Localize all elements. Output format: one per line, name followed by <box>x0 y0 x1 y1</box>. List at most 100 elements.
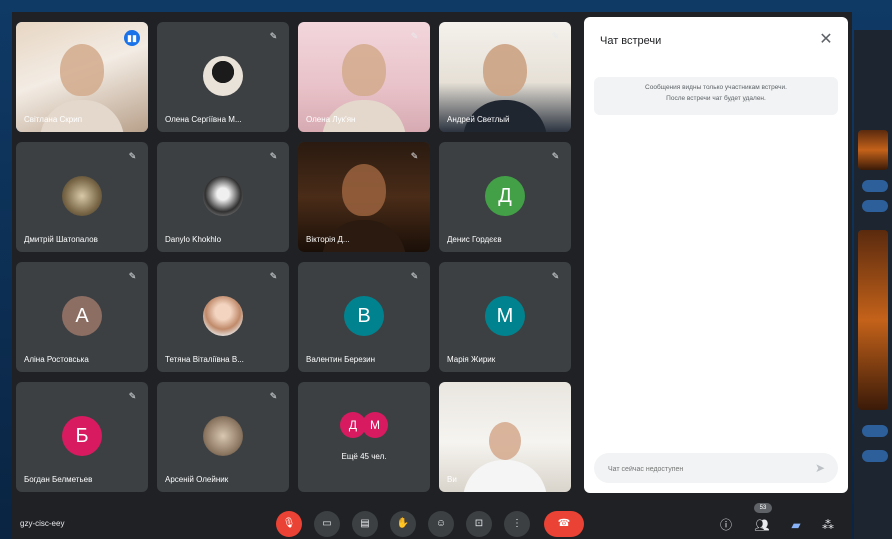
emoji-button[interactable]: ☺ <box>428 511 454 537</box>
avatar: М <box>485 296 525 336</box>
participant-tile[interactable]: ✎ Danylo Khokhlo <box>157 142 289 252</box>
background-window-strip <box>854 30 892 539</box>
participant-tile[interactable]: Ви <box>439 382 571 492</box>
mic-off-icon: ✎ <box>269 151 278 161</box>
participant-tile[interactable]: ▮▮ Світлана Скрип <box>16 22 148 132</box>
chat-input-box[interactable]: ➤ <box>594 453 838 483</box>
participant-name: Danylo Khokhlo <box>165 235 222 244</box>
chat-notice: Сообщения видны только участникам встреч… <box>594 77 838 115</box>
avatar: Д <box>485 176 525 216</box>
participant-tile[interactable]: Б ✎ Богдан Белметьев <box>16 382 148 492</box>
participant-name: Денис Гордєєв <box>447 235 502 244</box>
chat-button[interactable]: ▰ <box>786 515 806 535</box>
participant-tile[interactable]: Д ✎ Денис Гордєєв <box>439 142 571 252</box>
participant-name: Марія Жирик <box>447 355 496 364</box>
participant-tile[interactable]: В ✎ Валентин Березин <box>298 262 430 372</box>
participant-name: Андрей Светлый <box>447 115 510 124</box>
avatar <box>62 176 102 216</box>
participant-silhouette <box>489 422 521 460</box>
mic-off-icon: ✎ <box>269 31 278 41</box>
speaking-indicator-icon: ▮▮ <box>124 30 140 46</box>
call-end-icon: ☎ <box>557 518 571 529</box>
avatar: М <box>362 412 388 438</box>
participant-name: Світлана Скрип <box>24 115 83 124</box>
mic-off-icon: ✎ <box>410 271 419 281</box>
avatar: Б <box>62 416 102 456</box>
participant-tile[interactable]: ✎ Андрей Светлый <box>439 22 571 132</box>
mic-off-button[interactable]: 🎙︎ <box>276 511 302 537</box>
activities-button[interactable]: ⁂ <box>818 515 838 535</box>
participant-tile[interactable]: ✎ Олена Сергіївна М... <box>157 22 289 132</box>
participant-name: Арсеній Олейник <box>165 475 229 484</box>
send-icon[interactable]: ➤ <box>812 460 828 476</box>
avatar <box>203 416 243 456</box>
people-icon: 👥︎ <box>754 518 770 532</box>
participant-silhouette <box>342 44 386 96</box>
participant-tile[interactable]: ✎ Арсеній Олейник <box>157 382 289 492</box>
participant-name: Вікторія Д... <box>306 235 350 244</box>
chat-notice-line2: После встречи чат будет удален. <box>666 95 766 102</box>
strip-pill <box>862 450 888 462</box>
mic-off-icon: ✎ <box>128 391 137 401</box>
mic-off-icon: ✎ <box>128 151 137 161</box>
participant-name: Олена Лук'ян <box>306 115 356 124</box>
participant-name: Аліна Ростовська <box>24 355 89 364</box>
participant-name: Богдан Белметьев <box>24 475 93 484</box>
mic-off-icon: ✎ <box>269 391 278 401</box>
mic-off-icon: ✎ <box>269 271 278 281</box>
chat-notice-line1: Сообщения видны только участникам встреч… <box>645 84 787 91</box>
mic-off-icon: ✎ <box>128 271 137 281</box>
people-button[interactable]: 👥︎ <box>752 515 772 535</box>
captions-button[interactable]: ▤ <box>352 511 378 537</box>
chat-message-input[interactable] <box>606 460 800 478</box>
chat-title: Чат встречи <box>600 35 662 47</box>
participant-tile[interactable]: М ✎ Марія Жирик <box>439 262 571 372</box>
participant-silhouette <box>483 44 527 96</box>
more-options-button[interactable]: ⋮ <box>504 511 530 537</box>
strip-image <box>858 130 888 170</box>
meet-window: ▮▮ Світлана Скрип ✎ Олена Сергіївна М... ✎ Ол… <box>12 12 852 539</box>
camera-button[interactable]: ▭ <box>314 511 340 537</box>
participant-silhouette <box>60 44 104 96</box>
participant-tile[interactable]: ✎ Олена Лук'ян <box>298 22 430 132</box>
participant-name: Валентин Березин <box>306 355 376 364</box>
participant-tile[interactable]: ✎ Вікторія Д... <box>298 142 430 252</box>
avatar <box>203 176 243 216</box>
participant-silhouette <box>342 164 386 216</box>
present-button[interactable]: ⊡ <box>466 511 492 537</box>
hand-icon: ✋ <box>396 518 410 529</box>
strip-pill <box>862 200 888 212</box>
mic-off-icon: ✎ <box>410 151 419 161</box>
participants-count-badge: 53 <box>754 503 772 513</box>
raise-hand-button[interactable]: ✋ <box>390 511 416 537</box>
participant-name: Тетяна Віталіївна В... <box>165 355 244 364</box>
avatar: В <box>344 296 384 336</box>
participant-grid: ▮▮ Світлана Скрип ✎ Олена Сергіївна М... ✎ Ол… <box>16 22 584 508</box>
strip-pill <box>862 425 888 437</box>
activities-icon: ⁂ <box>822 518 834 532</box>
bottom-bar: gzy-cisc-eey 🎙︎ ▭ ▤ ✋ ☺ ⊡ ⋮ ☎ ⓘ 53 👥︎ ▰ … <box>12 503 852 539</box>
mic-off-icon: 🎙︎ <box>282 518 296 529</box>
participant-tile[interactable]: ✎ Тетяна Віталіївна В... <box>157 262 289 372</box>
close-icon[interactable]: ✕ <box>816 30 836 50</box>
more-participants-tile[interactable]: Д М Ещё 45 чел. <box>298 382 430 492</box>
strip-pill <box>862 180 888 192</box>
captions-icon: ▤ <box>360 518 370 529</box>
present-icon: ⊡ <box>474 518 484 529</box>
meeting-info-button[interactable]: ⓘ <box>716 515 736 535</box>
mic-off-icon: ✎ <box>410 31 419 41</box>
emoji-icon: ☺ <box>435 518 447 529</box>
participant-name: Олена Сергіївна М... <box>165 115 242 124</box>
avatar: А <box>62 296 102 336</box>
participant-name: Ви <box>447 475 457 484</box>
participant-tile[interactable]: ✎ Дмитрій Шатопалов <box>16 142 148 252</box>
camera-icon: ▭ <box>322 518 332 529</box>
participant-tile[interactable]: А ✎ Аліна Ростовська <box>16 262 148 372</box>
end-call-button[interactable]: ☎ <box>544 511 584 537</box>
mic-off-icon: ✎ <box>551 271 560 281</box>
mic-off-icon: ✎ <box>551 31 560 41</box>
strip-image <box>858 230 888 410</box>
more-avatars: ДМ <box>336 412 396 442</box>
meeting-code: gzy-cisc-eey <box>20 519 65 528</box>
avatar <box>203 296 243 336</box>
